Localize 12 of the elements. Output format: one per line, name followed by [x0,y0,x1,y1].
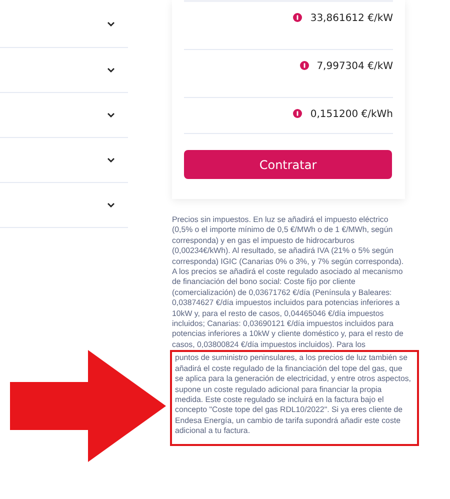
info-icon[interactable] [293,13,302,22]
info-icon[interactable] [300,61,309,70]
chevron-icon[interactable] [107,67,115,73]
info-icon[interactable] [293,109,302,118]
chevron-icon[interactable] [107,20,115,26]
chevron-icon[interactable] [107,157,115,163]
chevron-icon[interactable] [107,202,115,208]
price-value: 0,151200 €/kWh [310,109,393,120]
chevron-icon[interactable] [107,112,115,118]
price-value: 7,997304 €/kW [316,61,393,72]
contract-button[interactable]: Contratar [184,150,392,179]
price-value: 33,861612 €/kW [310,13,393,24]
